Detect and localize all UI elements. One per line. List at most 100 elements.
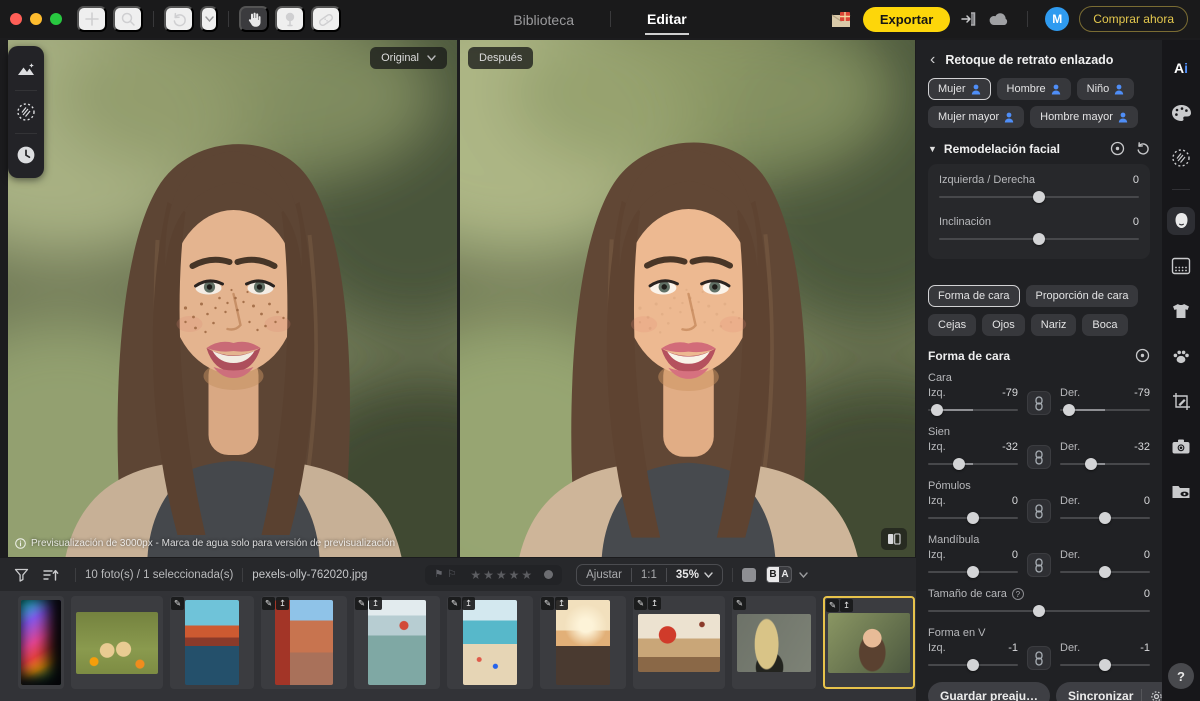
grain-circle-icon — [1171, 148, 1191, 168]
portrait-tools-button[interactable] — [1167, 207, 1195, 235]
ai-tools-button[interactable]: Ai — [1167, 54, 1195, 82]
cara-left-slider[interactable] — [928, 403, 1018, 417]
tab-library[interactable]: Biblioteca — [511, 4, 576, 34]
thumb-old-town-alley[interactable]: ✎ ↥ — [261, 596, 347, 689]
before-after-toggle[interactable]: B A — [765, 566, 792, 583]
left-right-slider[interactable] — [939, 190, 1139, 204]
back-button[interactable]: ‹ — [928, 52, 937, 68]
visibility-toggle-button[interactable] — [1135, 348, 1150, 363]
search-button[interactable] — [113, 6, 143, 32]
vshape-left-slider[interactable] — [928, 658, 1018, 672]
preset-hombre-mayor[interactable]: Hombre mayor — [1030, 106, 1138, 128]
save-preset-button[interactable]: Guardar preaju… — [928, 682, 1051, 701]
library-folder-button[interactable] — [1167, 477, 1195, 505]
compare-view-button[interactable] — [881, 528, 907, 550]
edited-badge-pencil-icon: ✎ — [733, 597, 746, 610]
link-values-button[interactable] — [1027, 391, 1051, 415]
link-values-button[interactable] — [1027, 499, 1051, 523]
flag-reject-icon[interactable]: ⚐ — [447, 569, 456, 580]
sync-button[interactable]: Sincronizar — [1056, 682, 1176, 701]
ratio-1-1-button[interactable]: 1:1 — [632, 565, 666, 585]
sien-right-slider[interactable] — [1060, 457, 1150, 471]
preset-mujer-mayor[interactable]: Mujer mayor — [928, 106, 1025, 128]
composition-tools-button[interactable] — [1167, 387, 1195, 415]
clone-stamp-tool-button[interactable] — [275, 6, 305, 32]
background-color-swatch[interactable] — [741, 567, 756, 582]
export-button[interactable]: Exportar — [862, 6, 951, 32]
tab-edit[interactable]: Editar — [645, 3, 689, 35]
thumb-blonde-woman[interactable]: ✎ — [732, 596, 816, 689]
tab-cejas[interactable]: Cejas — [928, 314, 977, 336]
export-panel-icon[interactable] — [960, 11, 978, 27]
thumb-beach-crowd[interactable]: ✎ ↥ — [447, 596, 533, 689]
thumb-hot-air-balloon[interactable]: ✎ ↥ — [633, 596, 725, 689]
mockup-tools-button[interactable] — [1167, 297, 1195, 325]
filter-button[interactable] — [14, 568, 29, 582]
link-values-button[interactable] — [1027, 553, 1051, 577]
halftone-tools-button[interactable] — [1167, 252, 1195, 280]
thumb-puppies[interactable] — [71, 596, 163, 689]
pomulos-right-slider[interactable] — [1060, 511, 1150, 525]
healing-tool-button[interactable] — [311, 6, 341, 32]
compare-source-dropdown[interactable]: Original — [370, 47, 447, 69]
preset-hombre[interactable]: Hombre — [996, 78, 1071, 100]
mandibula-left-slider[interactable] — [928, 565, 1018, 579]
thumb-canal-houses[interactable]: ✎ — [170, 596, 254, 689]
add-photos-button[interactable] — [77, 6, 107, 32]
tilt-slider[interactable] — [939, 232, 1139, 246]
vshape-right-slider[interactable] — [1060, 658, 1150, 672]
tab-face-shape[interactable]: Forma de cara — [928, 285, 1020, 307]
thumb-seaside-sunset[interactable]: ✎ ↥ — [540, 596, 626, 689]
compare-mode-dropdown[interactable] — [799, 571, 808, 578]
avatar[interactable]: M — [1045, 7, 1070, 31]
help-button[interactable]: ? — [1168, 663, 1194, 689]
minimize-window-button[interactable] — [30, 13, 42, 25]
collapse-caret-icon[interactable]: ▼ — [928, 144, 937, 154]
after-image-pane[interactable]: Después — [460, 40, 915, 557]
zoom-window-button[interactable] — [50, 13, 62, 25]
pomulos-left-slider[interactable] — [928, 511, 1018, 525]
cara-right-slider[interactable] — [1060, 403, 1150, 417]
reset-section-button[interactable] — [1135, 141, 1150, 156]
group-label: Sien — [928, 426, 951, 438]
zoom-level-dropdown[interactable]: 35% — [667, 565, 722, 585]
preset-nino[interactable]: Niño — [1076, 78, 1135, 100]
link-values-button[interactable] — [1027, 445, 1051, 469]
catalog-tool-button[interactable] — [8, 48, 44, 90]
link-values-button[interactable] — [1027, 646, 1051, 670]
tab-face-proportion[interactable]: Proporción de cara — [1025, 285, 1139, 307]
tab-ojos[interactable]: Ojos — [982, 314, 1025, 336]
thumb-tokyo-cityscape[interactable]: ✎ ↥ — [354, 596, 440, 689]
visibility-toggle-button[interactable] — [1110, 141, 1125, 156]
texture-tools-button[interactable] — [1167, 144, 1195, 172]
tab-boca[interactable]: Boca — [1082, 314, 1128, 336]
thumb-woman-portrait-selected[interactable]: ✎ ↥ — [823, 596, 915, 689]
buy-now-button[interactable]: Comprar ahora — [1079, 6, 1188, 32]
sort-button[interactable] — [43, 568, 59, 582]
tab-nariz[interactable]: Nariz — [1030, 314, 1077, 336]
pet-tools-button[interactable] — [1167, 342, 1195, 370]
face-size-slider[interactable] — [928, 604, 1150, 618]
flag-pick-icon[interactable]: ⚑ — [434, 569, 443, 580]
question-circle-icon[interactable]: ? — [1011, 588, 1024, 600]
close-window-button[interactable] — [10, 13, 22, 25]
preset-mujer[interactable]: Mujer — [928, 78, 991, 100]
edit-panel: ‹ Retoque de retrato enlazado Mujer Homb… — [916, 40, 1176, 701]
sien-left-slider[interactable] — [928, 457, 1018, 471]
star-rating[interactable]: ★★★★★ — [470, 568, 534, 582]
color-label-dot[interactable] — [544, 570, 554, 579]
undo-history-dropdown[interactable] — [200, 6, 218, 32]
hand-tool-button[interactable] — [239, 6, 269, 32]
before-image-pane[interactable]: Original Previsualización de 3000px - Ma… — [8, 40, 457, 557]
grain-tool-button[interactable] — [8, 91, 44, 133]
cloud-sync-icon[interactable] — [988, 12, 1010, 27]
gift-promo-icon[interactable] — [831, 11, 853, 28]
creative-tools-button[interactable] — [1167, 99, 1195, 127]
undo-button[interactable] — [164, 6, 194, 32]
history-tool-button[interactable] — [8, 134, 44, 176]
camera-tools-button[interactable] — [1167, 432, 1195, 460]
mandibula-right-slider[interactable] — [1060, 565, 1150, 579]
fit-label: Ajustar — [586, 568, 622, 581]
fit-button[interactable]: Ajustar — [577, 565, 631, 585]
thumb-neon-lights[interactable] — [18, 596, 64, 689]
